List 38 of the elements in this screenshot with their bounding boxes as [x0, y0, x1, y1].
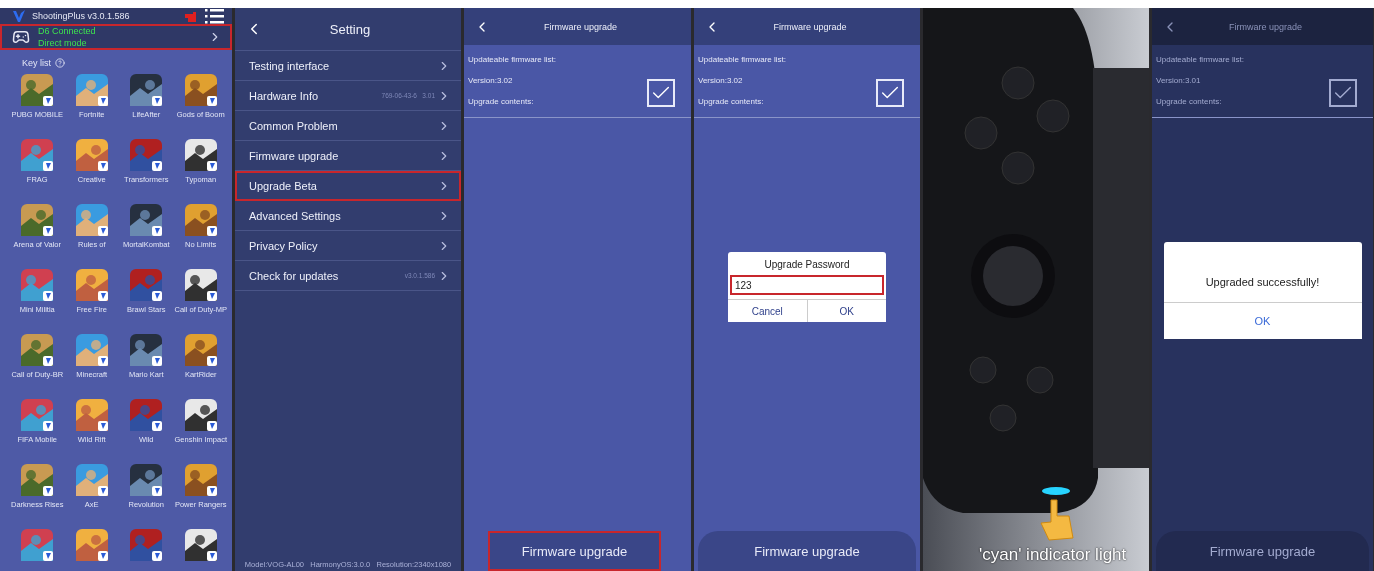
dialog-title: Upgrade Password	[763, 258, 851, 272]
settings-row[interactable]: Privacy Policy	[235, 231, 461, 261]
connection-mode: Direct mode	[38, 38, 88, 48]
help-icon[interactable]	[55, 58, 65, 68]
app-title: ShootingPlus v3.0.1.586	[32, 11, 131, 21]
firmware-list-label: Updateable firmware list:	[1156, 55, 1246, 64]
settings-row[interactable]: Firmware upgrade	[235, 141, 461, 171]
settings-row[interactable]: Upgrade Beta	[235, 171, 461, 201]
firmware-version: Version:3.02	[468, 76, 514, 85]
settings-row[interactable]: Testing interface	[235, 51, 461, 81]
firmware-upgrade-button[interactable]: Firmware upgrade	[1156, 531, 1369, 571]
upgrade-contents-label: Upgrade contents:	[468, 97, 535, 106]
firmware-list-label: Updateable firmware list:	[698, 55, 788, 64]
firmware-version: Version:3.01	[1156, 76, 1202, 85]
pointing-hand-icon	[184, 9, 198, 23]
menu-icon[interactable]	[204, 8, 224, 24]
firmware-list-label: Updateable firmware list:	[468, 55, 558, 64]
firmware-upgrade-button[interactable]: Firmware upgrade	[488, 531, 661, 571]
connection-status: D6 Connected	[38, 26, 97, 36]
screen-title: Firmware upgrade	[543, 21, 618, 32]
connection-bar[interactable]: D6 Connected Direct mode	[0, 24, 232, 50]
key-list-label: Key list	[22, 58, 51, 68]
upgrade-contents-label: Upgrade contents:	[1156, 97, 1223, 106]
checkbox[interactable]	[1329, 79, 1357, 107]
gamepad-icon	[12, 28, 30, 46]
screen-title: Firmware upgrade	[772, 21, 848, 32]
dialog-button[interactable]: OK	[806, 300, 886, 322]
settings-row[interactable]: Common Problem	[235, 111, 461, 141]
logo-icon	[12, 9, 26, 23]
upgrade-contents-label: Upgrade contents:	[698, 97, 765, 106]
firmware-upgrade-button[interactable]: Firmware upgrade	[698, 531, 916, 571]
dialog-message: Upgraded successfully!	[1204, 275, 1321, 290]
screen-title: Firmware upgrade	[1228, 21, 1303, 32]
password-field[interactable]: 123	[730, 275, 884, 295]
caption: 'cyan' indicator light	[979, 545, 1127, 565]
firmware-version: Version:3.02	[698, 76, 744, 85]
screen-title: Setting	[328, 21, 372, 37]
settings-row[interactable]: Advanced Settings	[235, 201, 461, 231]
